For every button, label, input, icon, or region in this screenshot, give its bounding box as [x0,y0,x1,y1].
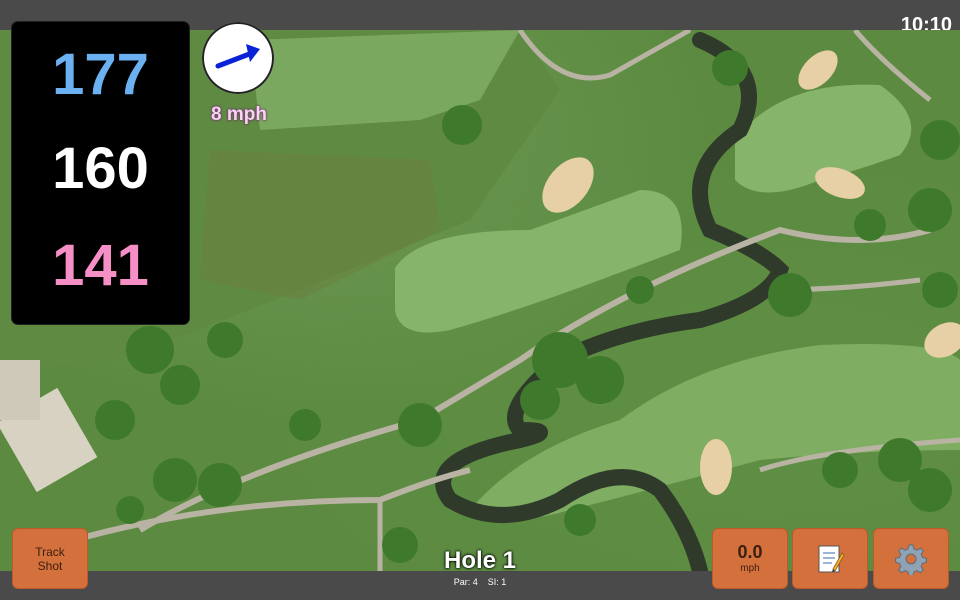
wind-indicator [202,22,274,94]
speed-button[interactable]: 0.0 mph [712,528,788,589]
notepad-icon [818,545,845,572]
front-distance: 141 [52,233,149,298]
gear-icon [895,544,927,575]
distance-panel: 177 160 141 [12,22,189,324]
track-shot-button[interactable]: Track Shot [12,528,88,589]
speed-unit: mph [740,562,760,574]
speed-value: 0.0 [737,541,763,562]
hole-subtitle: Par: 4 SI: 1 [380,577,580,587]
arrow-icon [215,44,260,69]
middle-distance: 160 [52,136,149,201]
si-label: SI: 1 [487,577,507,587]
track-shot-label-line2: Shot [37,558,63,573]
settings-button[interactable] [873,528,949,589]
notes-button[interactable] [792,528,868,589]
track-shot-label-line1: Track [35,544,65,559]
par-label: Par: 4 [453,577,478,587]
hole-title: Hole 1 [443,547,517,574]
back-distance: 177 [52,42,149,107]
wind-speed: 8 mph [211,104,267,125]
